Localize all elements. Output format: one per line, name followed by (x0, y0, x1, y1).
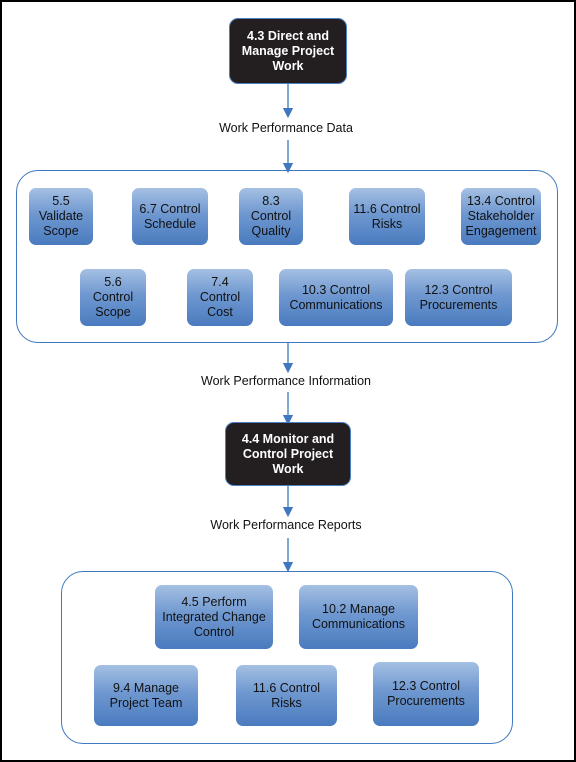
recipient-10-2: 10.2 Manage Communications (299, 585, 418, 649)
node-4-4-monitor-control: 4.4 Monitor and Control Project Work (225, 422, 351, 486)
recipient-12-3: 12.3 Control Procurements (373, 662, 479, 726)
node-4-3-direct-manage: 4.3 Direct and Manage Project Work (229, 18, 347, 84)
recipient-11-6: 11.6 Control Risks (236, 665, 337, 726)
process-8-3: 8.3 Control Quality (239, 188, 303, 245)
process-7-4: 7.4 Control Cost (187, 269, 253, 326)
flow-label-work-performance-reports: Work Performance Reports (210, 518, 362, 532)
process-12-3: 12.3 Control Procurements (405, 269, 512, 326)
process-5-5: 5.5 Validate Scope (29, 188, 93, 245)
process-10-3: 10.3 Control Communications (279, 269, 393, 326)
process-13-4: 13.4 Control Stakeholder Engagement (461, 188, 541, 245)
process-5-6: 5.6 Control Scope (80, 269, 146, 326)
flow-label-work-performance-information: Work Performance Information (201, 374, 371, 388)
recipient-4-5: 4.5 Perform Integrated Change Control (155, 585, 273, 649)
recipient-9-4: 9.4 Manage Project Team (94, 665, 198, 726)
process-6-7: 6.7 Control Schedule (132, 188, 208, 245)
flow-label-work-performance-data: Work Performance Data (219, 121, 353, 135)
process-11-6: 11.6 Control Risks (349, 188, 425, 245)
